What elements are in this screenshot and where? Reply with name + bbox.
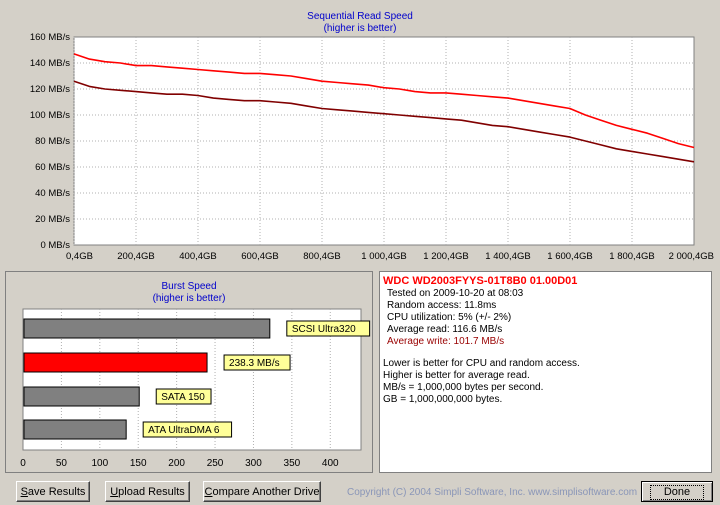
- seq-x-tick-label: 2 000,4GB: [669, 251, 714, 262]
- burst-speed-chart: 0 50 100 150 200 250 300 350 400 SCSI Ultra320 238…: [20, 308, 371, 469]
- burst-x-tick-label: 100: [91, 458, 108, 469]
- average-write: Average write: 101.7 MB/s: [387, 336, 505, 347]
- cpu-utilization: CPU utilization: 5% (+/- 2%): [387, 312, 512, 323]
- compare-another-drive-button[interactable]: Compare Another Drive: [203, 481, 321, 502]
- save-label: ave Results: [27, 486, 86, 498]
- burst-x-tick-label: 200: [168, 458, 185, 469]
- burst-bar-label: ATA UltraDMA 6: [148, 425, 220, 436]
- tested-date: Tested on 2009-10-20 at 08:03: [387, 288, 524, 299]
- seq-y-tick-label: 100 MB/s: [30, 110, 70, 121]
- burst-bar-label: SATA 150: [161, 392, 205, 403]
- seq-y-tick-label: 60 MB/s: [35, 162, 70, 173]
- seq-y-tick-label: 160 MB/s: [30, 32, 70, 43]
- note-mbs-definition: MB/s = 1,000,000 bytes per second.: [383, 382, 544, 393]
- save-results-button[interactable]: Save Results: [16, 481, 90, 502]
- seq-x-tick-label: 0,4GB: [66, 251, 93, 262]
- burst-x-tick-label: 0: [20, 458, 26, 469]
- seq-x-tick-label: 200,4GB: [117, 251, 155, 262]
- upload-results-button[interactable]: Upload Results: [105, 481, 190, 502]
- burst-bar: [23, 318, 271, 339]
- done-label: Done: [649, 485, 705, 500]
- seq-x-tick-label: 1 000,4GB: [361, 251, 406, 262]
- seq-x-tick-label: 1 600,4GB: [547, 251, 592, 262]
- seq-y-tick-label: 140 MB/s: [30, 58, 70, 69]
- drive-name: WDC WD2003FYYS-01T8B0 01.00D01: [383, 275, 578, 287]
- random-access: Random access: 11.8ms: [387, 300, 497, 311]
- seq-x-tick-label: 1 400,4GB: [485, 251, 530, 262]
- burst-x-tick-label: 300: [245, 458, 262, 469]
- burst-bar: [23, 419, 127, 440]
- copyright-text: Copyright (C) 2004 Simpli Software, Inc.…: [347, 487, 638, 498]
- average-read: Average read: 116.6 MB/s: [387, 324, 503, 335]
- done-button[interactable]: Done: [641, 481, 713, 502]
- seq-x-tick-label: 800,4GB: [303, 251, 341, 262]
- seq-y-tick-label: 120 MB/s: [30, 84, 70, 95]
- seq-y-tick-label: 80 MB/s: [35, 136, 70, 147]
- note-gb-definition: GB = 1,000,000,000 bytes.: [383, 394, 503, 405]
- drive-info-panel: WDC WD2003FYYS-01T8B0 01.00D01 Tested on…: [379, 271, 712, 473]
- note-higher-better: Higher is better for average read.: [383, 370, 530, 381]
- burst-x-tick-label: 250: [207, 458, 224, 469]
- save-hotkey: S: [20, 486, 28, 498]
- burst-x-tick-label: 50: [56, 458, 68, 469]
- seq-x-tick-label: 1 200,4GB: [423, 251, 468, 262]
- burst-bar: [23, 352, 208, 373]
- burst-bar-label: 238.3 MB/s: [229, 358, 280, 369]
- burst-x-tick-label: 350: [284, 458, 301, 469]
- burst-x-tick-label: 150: [130, 458, 147, 469]
- seq-x-tick-label: 1 800,4GB: [609, 251, 654, 262]
- sequential-read-panel: Sequential Read Speed (higher is better)…: [5, 4, 715, 266]
- burst-x-tick-label: 400: [322, 458, 339, 469]
- seq-y-tick-label: 40 MB/s: [35, 188, 70, 199]
- seq-y-tick-label: 0 MB/s: [40, 240, 70, 251]
- compare-label: ompare Another Drive: [212, 486, 320, 498]
- note-lower-better: Lower is better for CPU and random acces…: [383, 358, 580, 369]
- seq-x-tick-label: 600,4GB: [241, 251, 279, 262]
- seq-y-tick-label: 20 MB/s: [35, 214, 70, 225]
- burst-speed-panel: Burst Speed (higher is better) 0 50 100 150…: [5, 271, 373, 473]
- burst-bar-label: SCSI Ultra320: [292, 324, 356, 335]
- burst-bar: [23, 386, 140, 407]
- sequential-read-chart: 160 MB/s 140 MB/s 120 MB/s 100 MB/s 80 MB/s 6…: [30, 32, 714, 262]
- upload-label: pload Results: [118, 486, 185, 498]
- seq-x-tick-label: 400,4GB: [179, 251, 217, 262]
- upload-hotkey: U: [110, 486, 119, 498]
